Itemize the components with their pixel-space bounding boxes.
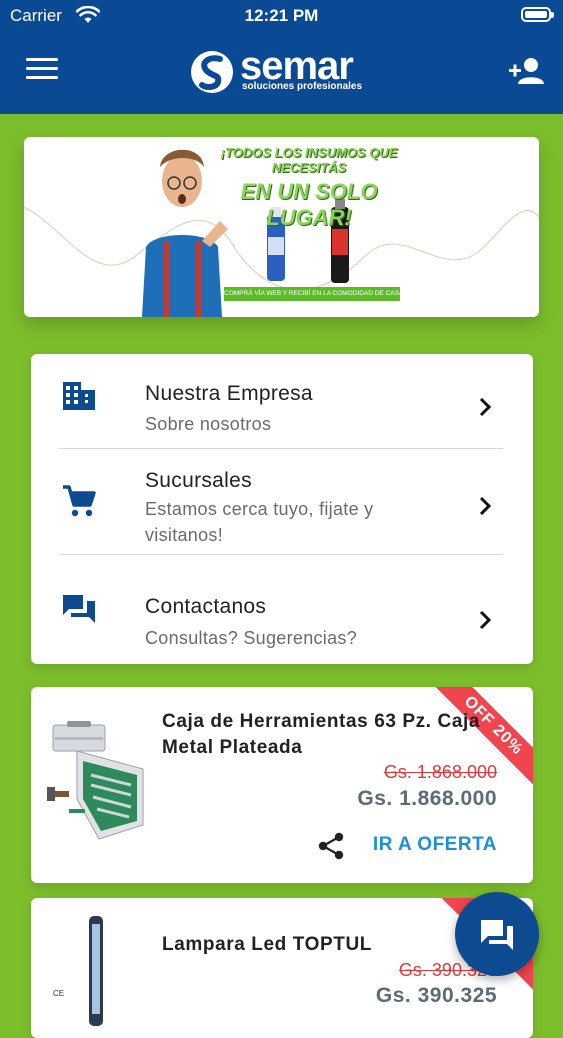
chat-icon — [481, 920, 513, 950]
chevron-right-icon — [479, 496, 492, 516]
promo-banner[interactable]: ¡TODOS LOS INSUMOS QUE NECESITÁS EN UN S… — [24, 137, 539, 317]
logo-mark-icon — [191, 51, 233, 93]
menu-card: Nuestra Empresa Sobre nosotros Sucursale… — [31, 354, 533, 664]
clock: 12:21 PM — [244, 6, 319, 25]
semar-logo: semar soluciones profesionales — [190, 44, 380, 98]
lamp-image: CE — [53, 916, 103, 1026]
chat-fab-button[interactable] — [455, 892, 539, 976]
offer-old-price: Gs. 1.868.000 — [383, 762, 497, 782]
menu-item-contactanos[interactable]: Contactanos Consultas? Sugerencias? — [31, 555, 533, 664]
menu-item-subtitle: Consultas? Sugerencias? — [145, 628, 358, 648]
share-icon[interactable] — [316, 831, 346, 861]
toolbox-image — [47, 721, 144, 840]
menu-item-nuestra-empresa[interactable]: Nuestra Empresa Sobre nosotros — [31, 354, 533, 448]
offer-title: Lampara Led TOPTUL — [162, 934, 372, 955]
chevron-right-icon — [479, 397, 492, 417]
building-icon — [63, 382, 95, 410]
banner-strip: COMPRÁ VÍA WEB Y RECIBÍ EN LA COMODIDAD … — [224, 287, 400, 301]
menu-item-subtitle: Sobre nosotros — [145, 414, 272, 434]
logo-tagline: soluciones profesionales — [242, 81, 363, 92]
cart-icon — [63, 485, 96, 517]
go-to-offer-button[interactable]: IR A OFERTA — [373, 834, 497, 856]
offer-price: Gs. 390.325 — [375, 984, 497, 1007]
app-header: Carrier 12:21 PM semar soluciones profes… — [0, 0, 563, 114]
hamburger-menu-button[interactable] — [26, 58, 58, 84]
offer-title: Caja de Herramientas 63 Pz. Caja Metal P… — [162, 711, 481, 758]
status-bar: Carrier 12:21 PM — [0, 0, 563, 32]
menu-item-title: Sucursales — [145, 469, 252, 492]
chat-icon — [63, 595, 95, 623]
menu-item-subtitle: Estamos cerca tuyo, fijate y visitanos! — [145, 499, 374, 545]
menu-item-title: Contactanos — [145, 595, 267, 618]
banner-headline-line1: ¡TODOS LOS INSUMOS QUE NECESITÁS — [220, 145, 398, 175]
offer-price: Gs. 1.868.000 — [357, 787, 497, 810]
chevron-right-icon — [479, 610, 492, 630]
banner-headline: ¡TODOS LOS INSUMOS QUE NECESITÁS EN UN S… — [209, 145, 409, 231]
banner-headline-line2: EN UN SOLO LUGAR! — [240, 179, 378, 230]
menu-item-title: Nuestra Empresa — [145, 382, 313, 405]
offer-card[interactable]: OFF 20% Caja de Herramientas 63 Pz. Caja… — [31, 687, 533, 883]
svg-text:CE: CE — [53, 989, 64, 998]
battery-icon — [521, 7, 554, 22]
menu-item-sucursales[interactable]: Sucursales Estamos cerca tuyo, fijate y … — [31, 449, 533, 554]
add-user-icon[interactable] — [508, 56, 546, 88]
